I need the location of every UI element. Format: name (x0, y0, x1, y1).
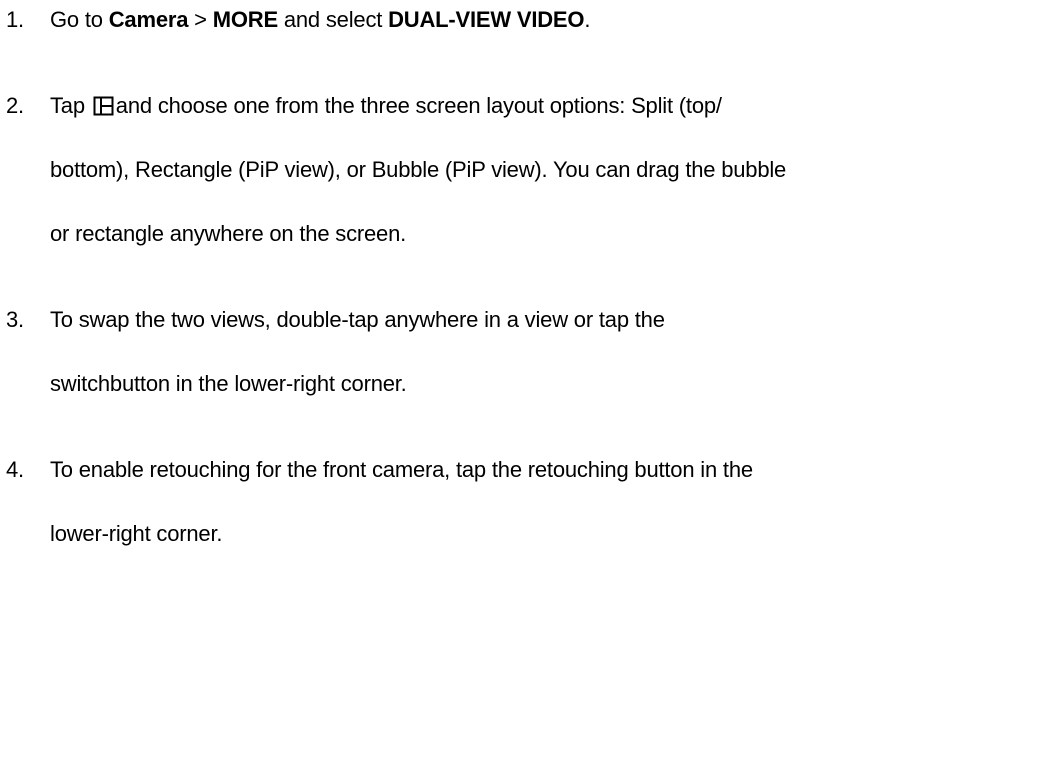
step-number: 2. (6, 93, 24, 118)
step-text: and choose one from the three screen lay… (115, 93, 722, 118)
step-text: and select (277, 7, 389, 32)
dual-view-video-label: DUAL-VIEW VIDEO (388, 7, 585, 32)
step-2-line-1: Tap and choose one from the three screen… (50, 92, 722, 120)
step-text: . (584, 7, 591, 32)
step-number: 1. (6, 7, 24, 32)
step-text: Tap (50, 93, 91, 118)
menu-separator: > (188, 7, 213, 32)
step-text: Go to (50, 7, 109, 32)
more-label: MORE (212, 7, 278, 32)
step-number: 4. (6, 457, 24, 482)
split-layout-icon (93, 96, 114, 116)
step-3-line-2: switchbutton in the lower-right corner. (50, 371, 407, 396)
step-2-line-3: or rectangle anywhere on the screen. (50, 221, 407, 246)
step-3-line-1: To swap the two views, double-tap anywhe… (50, 307, 665, 332)
step-1-text: Go to Camera > MORE and select DUAL-VIEW… (50, 6, 590, 34)
step-4-line-1: To enable retouching for the front camer… (50, 457, 753, 482)
step-number: 3. (6, 307, 24, 332)
instruction-document: 1. Go to Camera > MORE and select DUAL-V… (0, 0, 1040, 769)
step-4-line-2: lower-right corner. (50, 521, 223, 546)
camera-label: Camera (108, 7, 189, 32)
step-2-line-2: bottom), Rectangle (PiP view), or Bubble… (50, 157, 787, 182)
